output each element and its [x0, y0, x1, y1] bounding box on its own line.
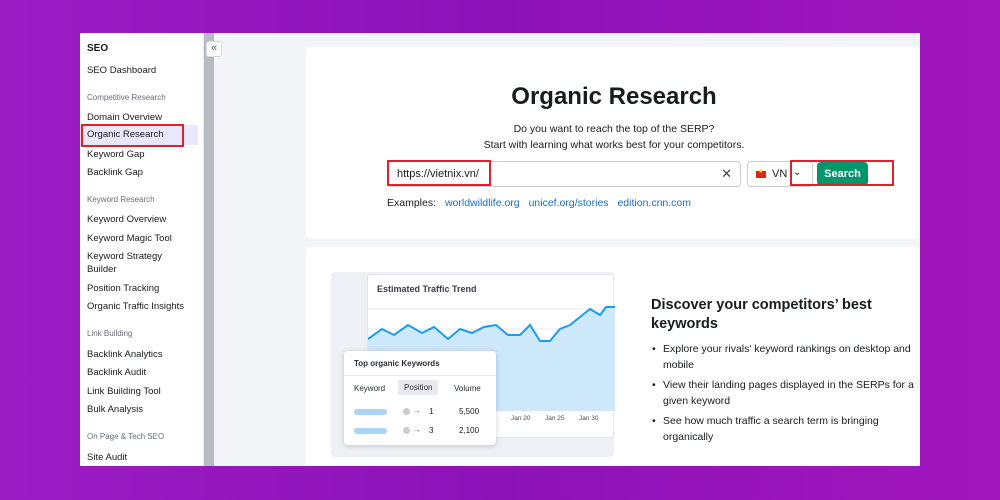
collapse-sidebar-icon[interactable]: « — [206, 41, 222, 57]
promo-bullet-1: Explore your rivals' keyword rankings on… — [652, 341, 920, 373]
promo-bullet-3: See how much traffic a search term is br… — [652, 413, 920, 445]
row-1-volume: 5,500 — [459, 407, 480, 416]
sidebar-section-keyword: Keyword Research — [87, 195, 155, 204]
row-2-volume: 2,100 — [459, 426, 480, 435]
sidebar-item-keyword-magic-tool[interactable]: Keyword Magic Tool — [87, 232, 202, 245]
sidebar-item-site-audit[interactable]: Site Audit — [87, 451, 202, 464]
highlight-search-input — [387, 160, 491, 186]
examples-label: Examples: — [387, 197, 437, 209]
column-position: Position — [398, 380, 439, 395]
x-label-jan-25: Jan 25 — [545, 415, 565, 422]
highlight-search-button — [790, 160, 894, 186]
sidebar-item-backlink-gap[interactable]: Backlink Gap — [87, 166, 202, 179]
arrow-right-icon: → — [413, 406, 421, 415]
arrow-right-icon: → — [413, 425, 421, 434]
highlight-organic-research — [81, 124, 184, 147]
column-volume: Volume — [454, 384, 481, 393]
position-dot-icon — [403, 408, 410, 415]
row-1-position: 1 — [429, 407, 434, 416]
sidebar-item-keyword-gap[interactable]: Keyword Gap — [87, 148, 202, 161]
sidebar: SEO SEO Dashboard Competitive Research D… — [80, 33, 204, 466]
sidebar-item-position-tracking[interactable]: Position Tracking — [87, 282, 202, 295]
promo-panel: Estimated Traffic Trend Jan 20 Jan 25 Ja… — [306, 247, 920, 466]
sidebar-item-backlink-analytics[interactable]: Backlink Analytics — [87, 348, 202, 361]
sidebar-item-keyword-strategy-builder[interactable]: Keyword Strategy Builder — [87, 250, 177, 276]
examples-row: Examples: worldwildlife.org unicef.org/s… — [387, 197, 691, 209]
sidebar-item-domain-overview[interactable]: Domain Overview — [87, 111, 202, 124]
promo-bullet-2: View their landing pages displayed in th… — [652, 377, 920, 409]
keyword-placeholder-bar — [354, 409, 387, 415]
keyword-placeholder-bar — [354, 428, 387, 434]
sidebar-item-backlink-audit[interactable]: Backlink Audit — [87, 366, 202, 379]
keywords-title: Top organic Keywords — [354, 359, 440, 368]
promo-title: Discover your competitors’ best keywords — [651, 297, 872, 332]
sidebar-item-organic-traffic-insights[interactable]: Organic Traffic Insights — [87, 300, 202, 313]
sidebar-item-seo-dashboard[interactable]: SEO Dashboard — [87, 64, 202, 77]
sidebar-title: SEO — [87, 43, 109, 54]
sidebar-item-bulk-analysis[interactable]: Bulk Analysis — [87, 403, 202, 416]
x-label-jan-30: Jan 30 — [579, 415, 599, 422]
page-title: Organic Research — [511, 83, 717, 110]
database-code: VN — [772, 168, 788, 180]
sidebar-item-link-building-tool[interactable]: Link Building Tool — [87, 385, 202, 398]
top-keywords-card: Top organic Keywords Keyword Position Vo… — [344, 351, 496, 445]
sidebar-item-keyword-overview[interactable]: Keyword Overview — [87, 213, 202, 226]
row-2-position: 3 — [429, 426, 434, 435]
example-link-worldwildlife[interactable]: worldwildlife.org — [445, 197, 520, 209]
search-panel: Organic Research Do you want to reach th… — [306, 47, 920, 239]
example-link-cnn[interactable]: edition.cnn.com — [617, 197, 691, 209]
sidebar-scrollbar[interactable] — [204, 33, 214, 466]
example-link-unicef[interactable]: unicef.org/stories — [529, 197, 609, 209]
keywords-divider — [344, 375, 496, 376]
position-dot-icon — [403, 427, 410, 434]
column-keyword: Keyword — [354, 384, 386, 393]
page-subtitle-1: Do you want to reach the top of the SERP… — [513, 123, 715, 135]
page-subtitle-2: Start with learning what works best for … — [483, 139, 745, 151]
sidebar-section-onpage: On Page & Tech SEO — [87, 432, 165, 441]
clear-icon[interactable]: ✕ — [721, 166, 732, 182]
app-window: SEO SEO Dashboard Competitive Research D… — [80, 33, 920, 466]
sidebar-section-competitive: Competitive Research — [87, 93, 166, 102]
trend-title: Estimated Traffic Trend — [377, 284, 477, 294]
sidebar-section-link-building: Link Building — [87, 329, 133, 338]
x-label-jan-20: Jan 20 — [511, 415, 531, 422]
vietnam-flag-icon — [756, 168, 766, 178]
